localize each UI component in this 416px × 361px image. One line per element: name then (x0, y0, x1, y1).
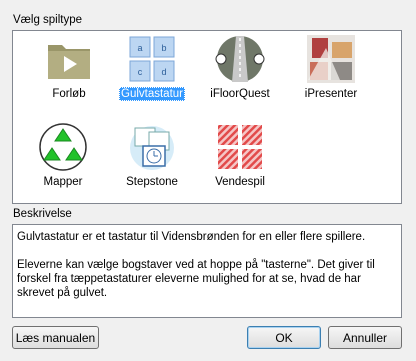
game-type-ifloorquest[interactable]: iFloorQuest (198, 34, 282, 104)
game-type-label: Gulvtastatur (119, 87, 185, 101)
game-type-label: Mapper (43, 176, 83, 188)
description-label: Beskrivelse (13, 208, 72, 220)
ok-button[interactable]: OK (247, 326, 321, 349)
game-type-label: Vendespil (215, 176, 265, 188)
game-type-list[interactable]: Forløb a b c d Gulvtastatur iFloorQuest (12, 30, 402, 204)
game-type-label: Stepstone (126, 176, 178, 188)
memory-cards-icon (218, 125, 262, 169)
game-type-gulvtastatur[interactable]: a b c d Gulvtastatur (110, 34, 194, 104)
key-label: b (161, 43, 166, 53)
folder-play-icon (48, 45, 90, 79)
game-type-mapper[interactable]: Mapper (21, 122, 105, 192)
key-label: c (138, 67, 143, 77)
description-text: Gulvtastatur er et tastatur til Vidensbr… (12, 224, 402, 318)
keyboard-grid-icon: a b c d (129, 36, 175, 82)
read-manual-button[interactable]: Læs manualen (12, 326, 99, 349)
presenter-icon (307, 35, 355, 83)
triangles-icon (39, 123, 87, 171)
key-label: d (161, 67, 166, 77)
quest-icon (215, 36, 265, 82)
key-label: a (137, 43, 142, 53)
game-type-group-label: Vælg spiltype (13, 14, 83, 26)
description-paragraph: Eleverne kan vælge bogstaver ved at hopp… (17, 259, 375, 299)
game-type-label: iPresenter (304, 88, 358, 100)
description-paragraph: Gulvtastatur er et tastatur til Vidensbr… (17, 231, 366, 243)
game-type-forloeb[interactable]: Forløb (27, 34, 111, 104)
stepstone-icon (130, 126, 174, 170)
game-type-label: iFloorQuest (210, 88, 270, 100)
cancel-button[interactable]: Annuller (328, 326, 402, 349)
game-type-vendespil[interactable]: Vendespil (198, 122, 282, 192)
game-type-stepstone[interactable]: Stepstone (110, 122, 194, 192)
game-type-ipresenter[interactable]: iPresenter (289, 34, 373, 104)
game-type-label: Forløb (52, 88, 86, 100)
